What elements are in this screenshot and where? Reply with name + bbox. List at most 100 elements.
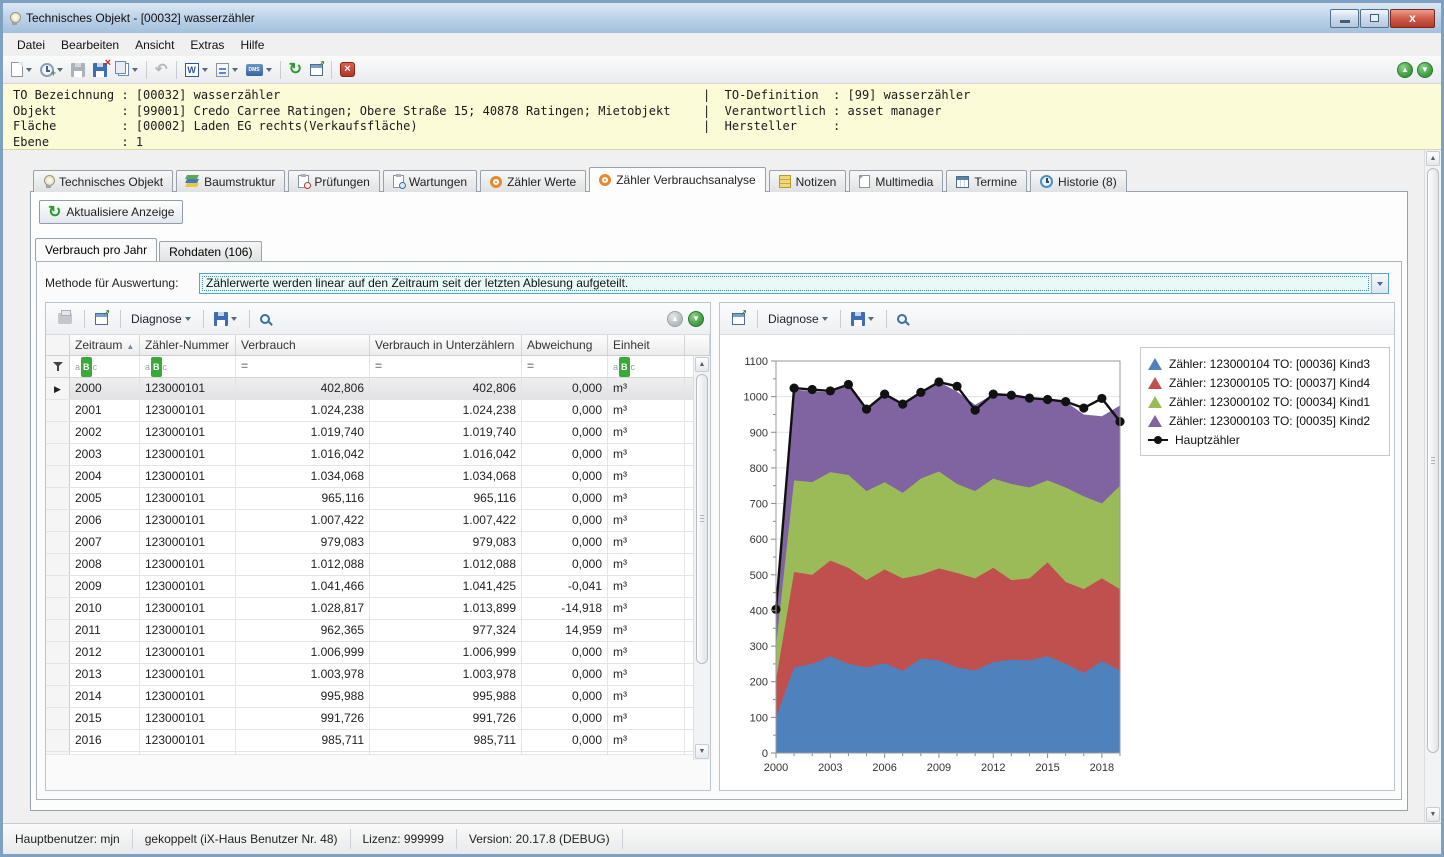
table-row-2015[interactable]: 2015 123000101 991,726 991,726 0,000 m³: [46, 708, 710, 730]
menu-extras[interactable]: Extras: [182, 35, 232, 55]
table-scrollbar[interactable]: ▲ ▼: [693, 356, 710, 760]
column-header-zähler-nummer[interactable]: Zähler-Nummer: [140, 335, 236, 355]
menu-ansicht[interactable]: Ansicht: [127, 35, 182, 55]
table-row-2004[interactable]: 2004 123000101 1.034,068 1.034,068 0,000 m³: [46, 466, 710, 488]
cell-einheit: m³: [608, 466, 685, 487]
menu-hilfe[interactable]: Hilfe: [232, 35, 272, 55]
scroll-up-icon[interactable]: ▲: [1426, 151, 1440, 166]
table-header-row: Zeitraum ▲ Zähler-Nummer Verbrauch Verbrauch…: [46, 335, 710, 356]
table-row-2000[interactable]: ▶ 2000 123000101 402,806 402,806 0,000 m³: [46, 378, 710, 400]
scroll-down-icon[interactable]: ▼: [1426, 807, 1440, 822]
tab-label: Baumstruktur: [204, 174, 276, 189]
menu-datei[interactable]: Datei: [9, 35, 53, 55]
save-layout-icon: [850, 311, 865, 326]
restore-button[interactable]: [1360, 8, 1389, 28]
scroll-down-icon[interactable]: ▼: [695, 744, 709, 759]
column-header-einheit[interactable]: Einheit: [608, 335, 685, 355]
filter-cell-zähler-nummer[interactable]: aBc: [140, 356, 236, 377]
table-toolbar: Diagnose ▲ ▼: [46, 303, 710, 335]
filter-cell-abweichung[interactable]: =: [522, 356, 608, 377]
refresh-button[interactable]: ↻: [286, 59, 305, 81]
filter-cell-verbrauch[interactable]: =: [236, 356, 370, 377]
down-circle-icon[interactable]: ▼: [688, 310, 704, 327]
tab-technisches-objekt[interactable]: Technisches Objekt: [33, 170, 174, 192]
filter-cell-einheit[interactable]: aBc: [608, 356, 685, 377]
tab-baumstruktur[interactable]: Baumstruktur: [176, 170, 286, 192]
methode-combobox[interactable]: Zählerwerte werden linear auf den Zeitra…: [199, 273, 1389, 294]
subtab-rohdaten-106[interactable]: Rohdaten (106): [159, 241, 263, 261]
cell-verbrauch: 1.024,238: [236, 400, 370, 421]
save-discard-button[interactable]: ×: [90, 57, 111, 81]
toolbar-separator: [279, 60, 281, 79]
search-button[interactable]: [254, 307, 280, 331]
new-document-button[interactable]: [8, 59, 35, 81]
cell-einheit: m³: [608, 510, 685, 531]
menu-bearbeiten[interactable]: Bearbeiten: [53, 35, 127, 55]
row-indicator: [46, 664, 70, 685]
content-scrollbar[interactable]: ▲ ▼: [1424, 150, 1441, 823]
close-button[interactable]: x: [1390, 8, 1435, 28]
tab-wartungen[interactable]: Wartungen: [382, 170, 478, 192]
history-clock-button[interactable]: +: [37, 59, 66, 81]
table-row-2009[interactable]: 2009 123000101 1.041,466 1.041,425 -0,041 m³: [46, 576, 710, 598]
tab-prüfungen[interactable]: Prüfungen: [288, 170, 380, 192]
tab-notizen[interactable]: Notizen: [768, 170, 847, 192]
print-button[interactable]: [52, 307, 78, 331]
detach-window-button[interactable]: [89, 307, 114, 331]
table-row-2012[interactable]: 2012 123000101 1.006,999 1.006,999 0,000 m³: [46, 642, 710, 664]
table-row-2008[interactable]: 2008 123000101 1.012,088 1.012,088 0,000 m³: [46, 554, 710, 576]
list-report-button[interactable]: [213, 59, 241, 81]
refresh-view-button[interactable]: ↻ Aktualisiere Anzeige: [39, 200, 184, 224]
legend-triangle-icon: [1148, 414, 1162, 427]
table-scrollbar-thumb[interactable]: [696, 374, 708, 664]
nav-up-icon[interactable]: ▲: [1397, 61, 1413, 78]
table-row-2010[interactable]: 2010 123000101 1.028,817 1.013,899 -14,918 m³: [46, 598, 710, 620]
undo-button[interactable]: ↶: [152, 59, 171, 81]
table-row-2016[interactable]: 2016 123000101 985,711 985,711 0,000 m³: [46, 730, 710, 752]
detach-window-button[interactable]: [307, 59, 326, 81]
table-row-2014[interactable]: 2014 123000101 995,988 995,988 0,000 m³: [46, 686, 710, 708]
table-row-2003[interactable]: 2003 123000101 1.016,042 1.016,042 0,000 m³: [46, 444, 710, 466]
delete-button[interactable]: ×: [337, 59, 358, 81]
tab-zähler-verbrauchsanalyse[interactable]: Zähler Verbrauchsanalyse: [589, 167, 766, 192]
table-row-2011[interactable]: 2011 123000101 962,365 977,324 14,959 m³: [46, 620, 710, 642]
legend-label: Zähler: 123000102 TO: [00034] Kind1: [1169, 394, 1371, 409]
row-indicator: [46, 730, 70, 751]
save-layout-button[interactable]: [845, 307, 880, 331]
table-row-2007[interactable]: 2007 123000101 979,083 979,083 0,000 m³: [46, 532, 710, 554]
tab-multimedia[interactable]: Multimedia: [849, 170, 944, 192]
cell-abweichung: 0,000: [522, 510, 608, 531]
filter-cell-zeitraum[interactable]: aBc: [70, 356, 140, 377]
dms-button[interactable]: DMS: [243, 59, 275, 81]
search-button[interactable]: [891, 307, 917, 331]
nav-down-icon[interactable]: ▼: [1417, 61, 1433, 78]
tab-historie-8[interactable]: Historie (8): [1030, 170, 1127, 192]
table-row-2006[interactable]: 2006 123000101 1.007,422 1.007,422 0,000 m³: [46, 510, 710, 532]
copy-button[interactable]: [112, 59, 141, 81]
tab-zähler-werte[interactable]: Zähler Werte: [480, 170, 587, 192]
content-scrollbar-thumb[interactable]: [1427, 168, 1439, 753]
word-export-button[interactable]: W: [182, 59, 211, 81]
column-header-verbrauch-in-unterzählern[interactable]: Verbrauch in Unterzählern: [370, 335, 522, 355]
table-row-2005[interactable]: 2005 123000101 965,116 965,116 0,000 m³: [46, 488, 710, 510]
minimize-button[interactable]: [1330, 8, 1359, 28]
table-row-2013[interactable]: 2013 123000101 1.003,978 1.003,978 0,000 m³: [46, 664, 710, 686]
tab-termine[interactable]: Termine: [946, 170, 1028, 192]
scroll-up-icon[interactable]: ▲: [695, 357, 709, 372]
column-header-abweichung[interactable]: Abweichung: [522, 335, 608, 355]
methode-dropdown-button[interactable]: [1371, 274, 1388, 293]
column-header-verbrauch[interactable]: Verbrauch: [236, 335, 370, 355]
table-row-2002[interactable]: 2002 123000101 1.019,740 1.019,740 0,000 m³: [46, 422, 710, 444]
save-button[interactable]: [68, 59, 88, 81]
diagnose-button[interactable]: Diagnose: [125, 307, 197, 331]
detach-window-button[interactable]: [726, 307, 751, 331]
filter-cell-verbrauch-in-unterzählern[interactable]: =: [370, 356, 522, 377]
table-row-2001[interactable]: 2001 123000101 1.024,238 1.024,238 0,000 m³: [46, 400, 710, 422]
row-indicator: [46, 642, 70, 663]
subtab-verbrauch-pro-jahr[interactable]: Verbrauch pro Jahr: [35, 238, 158, 261]
column-header-zeitraum[interactable]: Zeitraum ▲: [70, 335, 140, 355]
up-circle-icon[interactable]: ▲: [667, 310, 683, 327]
save-layout-button[interactable]: [208, 307, 243, 331]
diagnose-button[interactable]: Diagnose: [762, 307, 834, 331]
row-indicator: [46, 576, 70, 597]
